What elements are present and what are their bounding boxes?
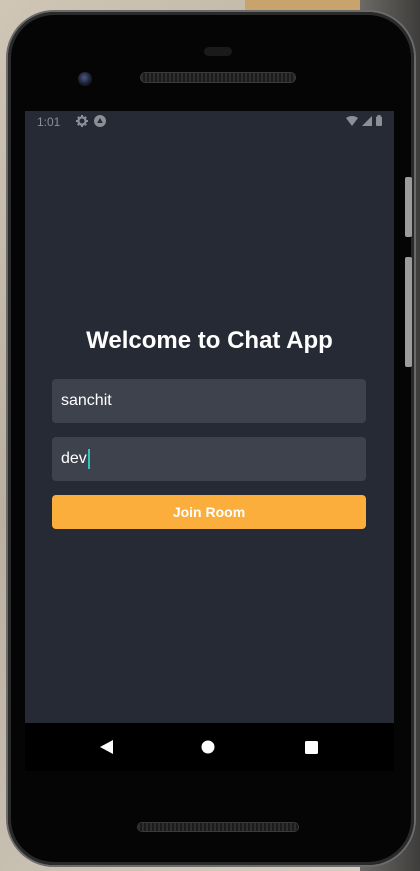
power-button — [405, 177, 412, 237]
settings-icon — [76, 114, 89, 130]
wifi-icon — [346, 115, 358, 129]
status-bar: 1:01 — [25, 111, 394, 133]
front-camera — [78, 72, 92, 86]
navigation-bar — [25, 723, 394, 771]
name-input[interactable]: sanchit — [52, 379, 366, 423]
room-input[interactable]: dev — [52, 437, 366, 481]
earpiece-speaker — [141, 73, 295, 82]
name-input-value: sanchit — [61, 392, 112, 409]
back-icon[interactable] — [97, 737, 117, 757]
signal-icon — [362, 115, 372, 129]
recents-icon[interactable] — [301, 737, 321, 757]
proximity-sensor — [204, 47, 232, 56]
home-icon[interactable] — [198, 737, 218, 757]
battery-icon — [376, 115, 382, 129]
room-input-value: dev — [61, 450, 87, 467]
android-icon — [94, 114, 107, 130]
page-title: Welcome to Chat App — [86, 327, 333, 354]
bottom-speaker — [138, 823, 298, 831]
volume-button — [405, 257, 412, 367]
status-time: 1:01 — [37, 115, 61, 129]
join-room-button[interactable]: Join Room — [52, 495, 366, 529]
text-caret — [87, 449, 90, 469]
app-screen: 1:01 Welcome to Chat App sanchit dev Joi… — [25, 111, 394, 723]
